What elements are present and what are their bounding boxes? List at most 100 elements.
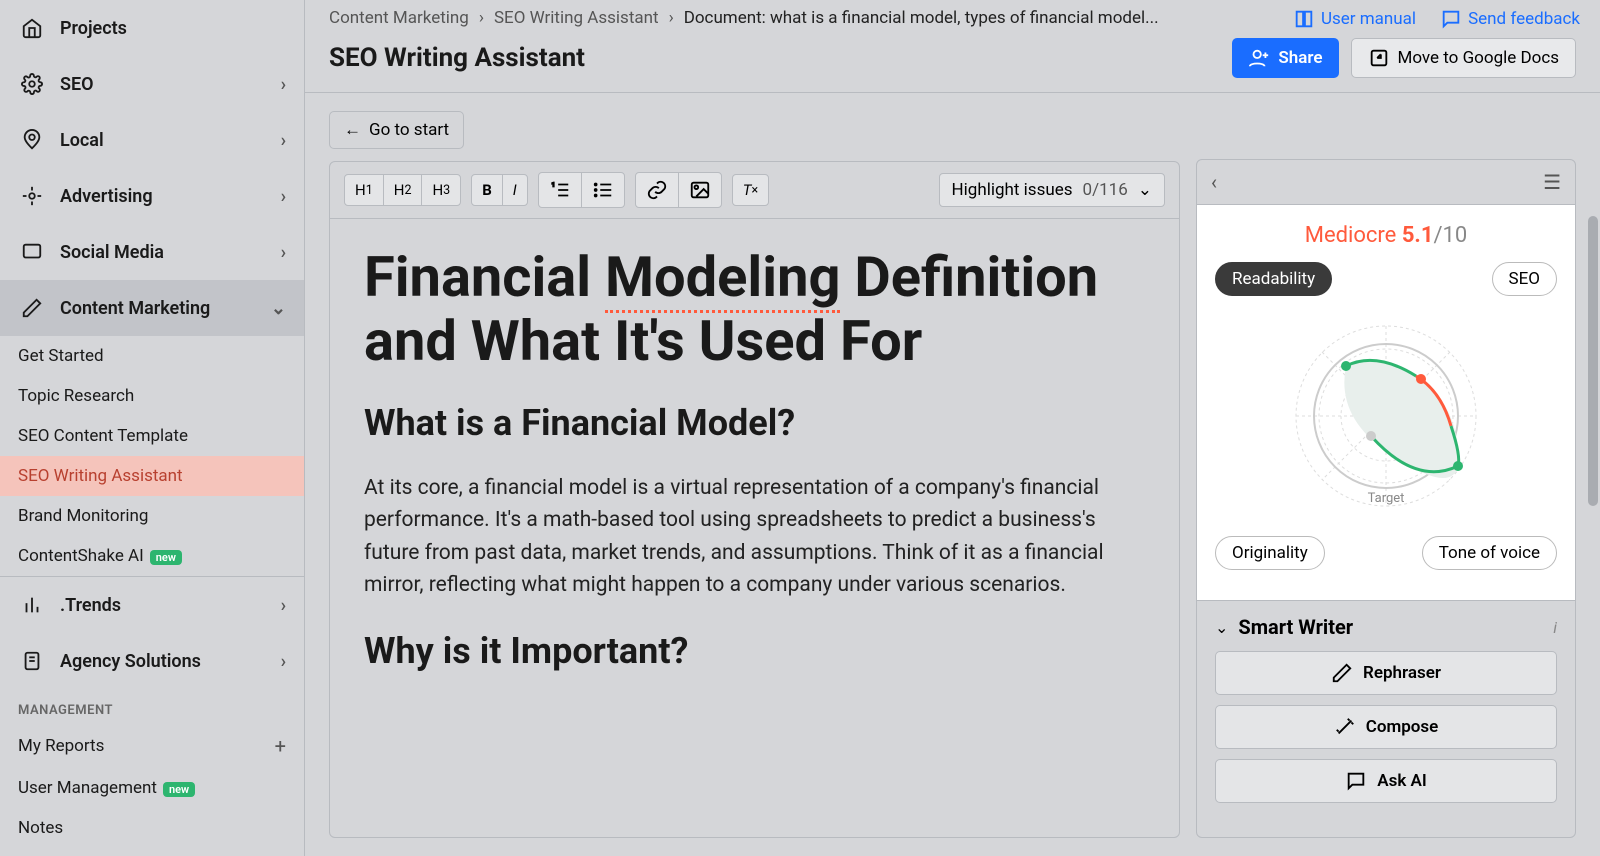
ol-button[interactable]: 1 bbox=[539, 173, 582, 207]
nav-seo[interactable]: SEO › bbox=[0, 56, 304, 112]
link-icon bbox=[646, 179, 668, 201]
issue-count: 0/116 bbox=[1083, 180, 1128, 200]
info-icon[interactable]: i bbox=[1553, 618, 1557, 637]
management-label: MANAGEMENT bbox=[0, 689, 304, 724]
nav-social[interactable]: Social Media › bbox=[0, 224, 304, 280]
new-badge: new bbox=[163, 782, 195, 797]
rephraser-button[interactable]: Rephraser bbox=[1215, 651, 1557, 695]
pill-tone[interactable]: Tone of voice bbox=[1422, 536, 1557, 570]
mgmt-user-management[interactable]: User Managementnew bbox=[0, 768, 304, 808]
crumb-seo-writing[interactable]: SEO Writing Assistant bbox=[494, 8, 659, 28]
chevron-down-icon: ⌄ bbox=[271, 298, 286, 319]
score-title: Mediocre 5.1/10 bbox=[1215, 223, 1557, 248]
clear-format-button[interactable]: T× bbox=[733, 175, 768, 205]
send-feedback-link[interactable]: Send feedback bbox=[1440, 8, 1580, 30]
pin-icon bbox=[18, 126, 46, 154]
nav-content-marketing[interactable]: Content Marketing ⌄ bbox=[0, 280, 304, 336]
doc-icon bbox=[18, 647, 46, 675]
share-button[interactable]: Share bbox=[1232, 38, 1338, 78]
analysis-panel: ‹ ☰ Mediocre 5.1/10 Readability SEO bbox=[1196, 159, 1576, 838]
sub-seo-content-template[interactable]: SEO Content Template bbox=[0, 416, 304, 456]
chevron-right-icon: › bbox=[669, 8, 674, 28]
nav-trends[interactable]: .Trends › bbox=[0, 576, 304, 633]
main-area: Content Marketing › SEO Writing Assistan… bbox=[305, 0, 1600, 856]
nav-label: Social Media bbox=[60, 242, 164, 263]
pill-readability[interactable]: Readability bbox=[1215, 262, 1332, 296]
nav-label: Advertising bbox=[60, 186, 153, 207]
document-body[interactable]: Financial Modeling Definition and What I… bbox=[330, 219, 1179, 837]
highlight-issues-dropdown[interactable]: Highlight issues 0/116 ⌄ bbox=[939, 173, 1165, 207]
doc-h2-2: Why is it Important? bbox=[364, 630, 1145, 672]
plus-icon[interactable]: + bbox=[275, 734, 286, 758]
nav-label: .Trends bbox=[60, 595, 121, 616]
chat-icon bbox=[18, 238, 46, 266]
wand-icon bbox=[1334, 716, 1356, 738]
smart-writer-section: ⌄ Smart Writer i Rephraser Compose Ask A… bbox=[1197, 601, 1575, 827]
target-icon bbox=[18, 182, 46, 210]
mgmt-my-reports[interactable]: My Reports+ bbox=[0, 724, 304, 768]
crumb-document[interactable]: Document: what is a financial model, typ… bbox=[684, 8, 1159, 28]
sub-brand-monitoring[interactable]: Brand Monitoring bbox=[0, 496, 304, 536]
mgmt-notes[interactable]: Notes bbox=[0, 808, 304, 848]
nav-agency[interactable]: Agency Solutions › bbox=[0, 633, 304, 689]
page-title: SEO Writing Assistant bbox=[329, 43, 585, 73]
top-links: User manual Send feedback bbox=[1293, 8, 1580, 30]
radar-chart: Target bbox=[1215, 306, 1557, 526]
h3-button[interactable]: H3 bbox=[422, 175, 460, 205]
editor-toolbar: H1 H2 H3 B I 1 bbox=[330, 162, 1179, 219]
italic-button[interactable]: I bbox=[503, 175, 527, 205]
chevron-right-icon: › bbox=[281, 651, 286, 672]
target-label: Target bbox=[1368, 491, 1405, 506]
pencil-icon bbox=[18, 294, 46, 322]
doc-title: Financial Modeling Definition and What I… bbox=[364, 245, 1145, 374]
h1-button[interactable]: H1 bbox=[345, 175, 384, 205]
nav-label: Projects bbox=[60, 18, 127, 39]
doc-paragraph: At its core, a financial model is a virt… bbox=[364, 472, 1145, 602]
user-manual-link[interactable]: User manual bbox=[1293, 8, 1416, 30]
nav-label: Local bbox=[60, 130, 104, 151]
nav-label: SEO bbox=[60, 74, 94, 95]
svg-text:1: 1 bbox=[552, 182, 555, 188]
chevron-right-icon: › bbox=[281, 242, 286, 263]
sub-get-started[interactable]: Get Started bbox=[0, 336, 304, 376]
sub-contentshake[interactable]: ContentShake AInew bbox=[0, 536, 304, 576]
chat-icon bbox=[1345, 770, 1367, 792]
nav-local[interactable]: Local › bbox=[0, 112, 304, 168]
link-button[interactable] bbox=[636, 173, 679, 207]
sub-topic-research[interactable]: Topic Research bbox=[0, 376, 304, 416]
image-button[interactable] bbox=[679, 173, 721, 207]
chevron-down-icon: ⌄ bbox=[1138, 180, 1152, 200]
bold-button[interactable]: B bbox=[472, 175, 503, 205]
book-icon bbox=[1293, 8, 1315, 30]
smart-writer-title: Smart Writer bbox=[1238, 615, 1353, 639]
export-icon bbox=[1368, 47, 1390, 69]
chevron-right-icon: › bbox=[281, 595, 286, 616]
score-panel: Mediocre 5.1/10 Readability SEO bbox=[1197, 205, 1575, 601]
pill-seo[interactable]: SEO bbox=[1492, 262, 1557, 296]
home-icon bbox=[18, 14, 46, 42]
panel-menu-button[interactable]: ☰ bbox=[1543, 170, 1561, 194]
arrow-left-icon: ← bbox=[344, 120, 361, 140]
user-plus-icon bbox=[1248, 47, 1270, 69]
sub-seo-writing-assistant[interactable]: SEO Writing Assistant bbox=[0, 456, 304, 496]
list-ul-icon bbox=[592, 179, 614, 201]
chevron-down-icon[interactable]: ⌄ bbox=[1215, 618, 1228, 637]
nav-label: Content Marketing bbox=[60, 298, 210, 319]
topbar: Content Marketing › SEO Writing Assistan… bbox=[305, 0, 1600, 93]
go-to-start-button[interactable]: ← Go to start bbox=[329, 111, 464, 149]
crumb-content-marketing[interactable]: Content Marketing bbox=[329, 8, 469, 28]
doc-h2-1: What is a Financial Model? bbox=[364, 402, 1145, 444]
nav-advertising[interactable]: Advertising › bbox=[0, 168, 304, 224]
chevron-right-icon: › bbox=[281, 74, 286, 95]
collapse-panel-button[interactable]: ‹ bbox=[1211, 170, 1217, 194]
scrollbar[interactable] bbox=[1588, 216, 1598, 506]
nav-projects[interactable]: Projects bbox=[0, 0, 304, 56]
move-to-docs-button[interactable]: Move to Google Docs bbox=[1351, 38, 1576, 78]
pill-originality[interactable]: Originality bbox=[1215, 536, 1325, 570]
chevron-right-icon: › bbox=[281, 130, 286, 151]
ul-button[interactable] bbox=[582, 173, 624, 207]
ask-ai-button[interactable]: Ask AI bbox=[1215, 759, 1557, 803]
compose-button[interactable]: Compose bbox=[1215, 705, 1557, 749]
bars-icon bbox=[18, 591, 46, 619]
h2-button[interactable]: H2 bbox=[384, 175, 423, 205]
